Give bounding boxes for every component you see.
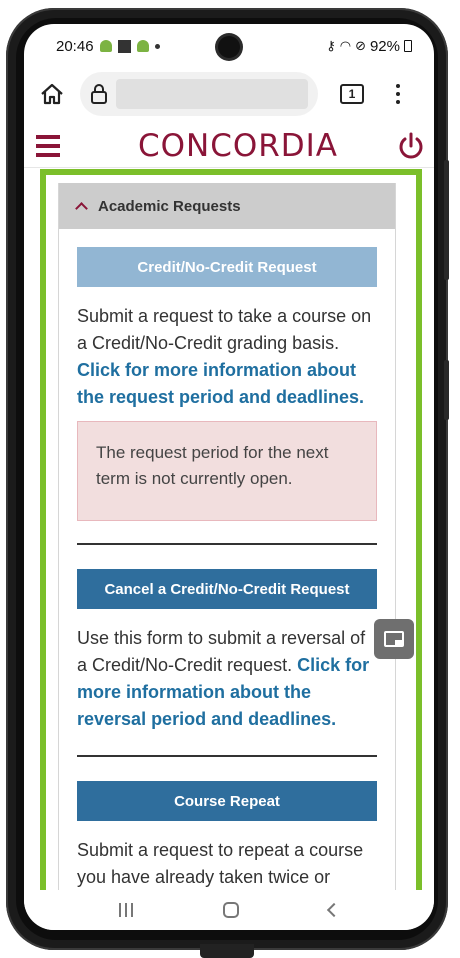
home-nav-icon[interactable] [223,902,239,918]
section-divider [77,543,377,545]
browser-toolbar: 1 [24,68,434,120]
address-bar[interactable] [80,72,318,116]
battery-percent: 92% [369,37,400,55]
site-header: CONCORDIA [24,124,434,168]
picture-in-picture-icon [384,631,404,647]
url-text [116,79,308,109]
tab-switcher-button[interactable]: 1 [340,84,364,104]
picture-in-picture-button[interactable] [374,619,414,659]
credit-info-link[interactable]: Click for more information about the req… [77,360,364,407]
credit-description: Submit a request to take a course on a C… [77,303,379,411]
android-icon [99,40,112,52]
power-side-button [444,360,449,420]
phone-bottom-nub [200,944,254,958]
status-time: 20:46 [56,37,94,55]
repeat-description: Submit a request to repeat a course you … [77,840,364,887]
status-bar: 20:46 ⚷ ◠ ⊘ 92% [24,24,434,68]
do-not-disturb-icon: ⊘ [355,38,366,53]
more-notifications-dot-icon [154,43,160,49]
academic-requests-header[interactable]: Academic Requests [59,183,395,229]
chevron-up-icon [75,202,88,215]
android-nav-bar [24,890,434,930]
home-icon [41,83,63,105]
concordia-logo[interactable]: CONCORDIA [80,128,396,164]
request-period-notice: The request period for the next term is … [77,421,377,521]
key-icon: ⚷ [326,38,336,53]
section-divider-2 [77,755,377,757]
back-icon[interactable] [326,902,342,918]
phone-screen: 20:46 ⚷ ◠ ⊘ 92% 1 CONCORDIA Academic Req… [24,24,434,930]
browser-menu-icon[interactable] [396,84,400,104]
volume-button [444,160,449,280]
battery-icon [404,40,412,52]
academic-requests-panel: Academic Requests Credit/No-Credit Reque… [58,183,396,891]
front-camera [218,36,240,58]
panel-title: Academic Requests [98,197,241,215]
course-repeat-button[interactable]: Course Repeat [77,781,377,821]
cancel-credit-request-button[interactable]: Cancel a Credit/No-Credit Request [77,569,377,609]
android-icon-2 [136,40,149,52]
credit-description-text: Submit a request to take a course on a C… [77,306,372,353]
highlighted-content-region: Academic Requests Credit/No-Credit Reque… [40,169,422,897]
credit-no-credit-request-button[interactable]: Credit/No-Credit Request [77,247,377,287]
notification-square-icon [117,39,131,53]
recents-icon[interactable] [119,903,133,917]
hamburger-menu-icon[interactable] [36,134,60,157]
power-logout-icon[interactable] [396,131,426,161]
cancel-description: Use this form to submit a reversal of a … [77,625,379,733]
panel-body: Credit/No-Credit Request Submit a reques… [59,247,395,891]
wifi-icon: ◠ [339,38,352,53]
home-button[interactable] [34,76,70,112]
lock-icon [91,84,107,104]
